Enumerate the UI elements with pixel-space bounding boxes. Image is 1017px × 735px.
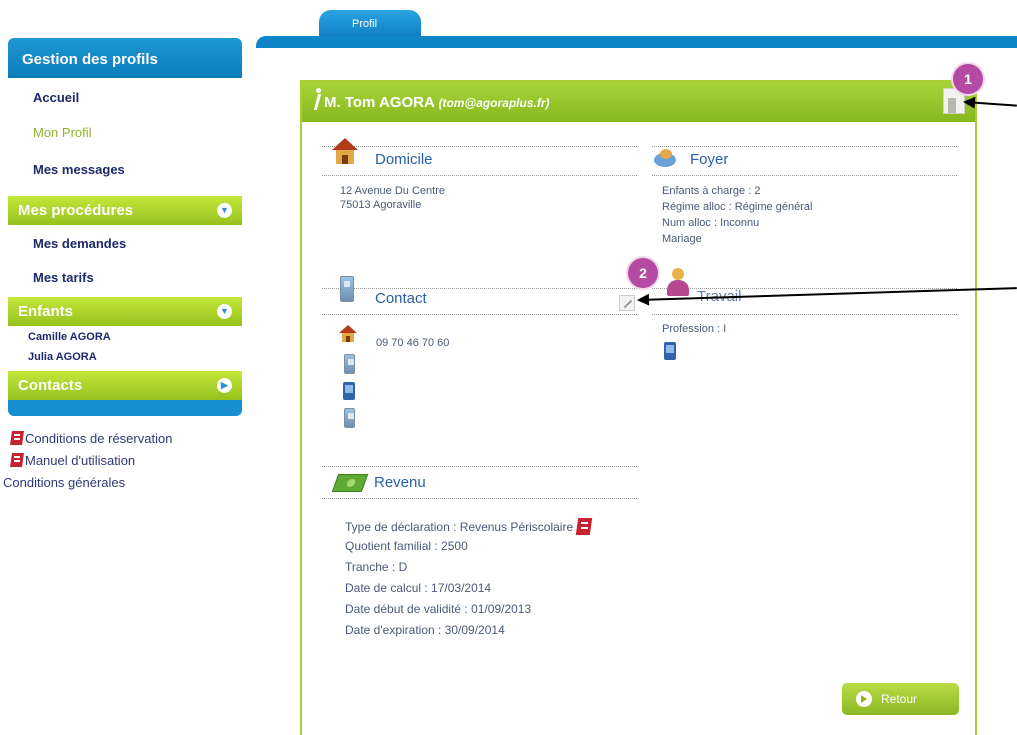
edit-icon[interactable] xyxy=(619,295,635,311)
sidebar-item-mes-tarifs[interactable]: Mes tarifs xyxy=(8,270,94,285)
annotation-badge: 2 xyxy=(628,258,658,288)
tab-profil[interactable]: Profil xyxy=(319,10,421,38)
arrow-right-icon xyxy=(856,691,872,707)
child-link[interactable]: Julia AGORA xyxy=(8,351,97,363)
doc-link-label: Conditions générales xyxy=(3,474,126,490)
family-icon xyxy=(652,148,678,170)
divider xyxy=(652,146,957,147)
foyer-line: Régime alloc : Régime général xyxy=(662,201,813,213)
sidebar-links: Accueil Mon Profil Mes messages xyxy=(8,78,242,196)
domicile-title: Domicile xyxy=(375,151,433,168)
profile-header: M. Tom AGORA (tom@agoraplus.fr) xyxy=(302,82,975,122)
pdf-icon xyxy=(10,452,24,468)
foyer-line: Enfants à charge : 2 xyxy=(662,185,761,197)
document-links: Conditions de réservation Manuel d'utili… xyxy=(3,427,250,493)
sidebar-header: Gestion des profils xyxy=(8,38,242,78)
revenu-line: Quotient familial : 2500 xyxy=(345,539,468,553)
pdf-icon[interactable] xyxy=(575,517,593,536)
retour-button[interactable]: Retour xyxy=(842,683,959,715)
divider xyxy=(322,175,637,176)
chevron-right-icon: ▶ xyxy=(217,378,232,393)
revenu-line: Tranche : D xyxy=(345,560,408,574)
tab-label: Profil xyxy=(352,18,378,30)
profile-name: M. Tom AGORA xyxy=(324,94,435,111)
divider xyxy=(652,175,957,176)
phone-icon xyxy=(340,276,354,302)
annotation-badge: 1 xyxy=(953,64,983,94)
revenu-declaration-type: Type de déclaration : Revenus Périscolai… xyxy=(345,520,574,534)
divider xyxy=(322,466,637,467)
sidebar-item-mes-demandes[interactable]: Mes demandes xyxy=(8,236,126,251)
revenu-line: Date d'expiration : 30/09/2014 xyxy=(345,623,505,637)
child-link[interactable]: Camille AGORA xyxy=(8,331,111,343)
phone-icon xyxy=(344,354,355,374)
retour-label: Retour xyxy=(881,692,918,706)
contact-phone: 09 70 46 70 60 xyxy=(376,337,450,349)
sidebar-section-contacts[interactable]: Contacts ▶ xyxy=(8,371,242,400)
domicile-address-line1: 12 Avenue Du Centre xyxy=(340,185,445,197)
manuel-utilisation-link[interactable]: Manuel d'utilisation xyxy=(10,449,250,471)
revenu-line: Date début de validité : 01/09/2013 xyxy=(345,602,532,616)
procedures-list: Mes demandes Mes tarifs xyxy=(8,225,242,297)
divider xyxy=(322,498,637,499)
worker-icon xyxy=(664,268,692,298)
person-icon xyxy=(310,88,324,112)
top-bar xyxy=(256,36,1017,48)
contact-title: Contact xyxy=(375,290,427,307)
doc-link-label: Conditions de réservation xyxy=(25,430,173,446)
conditions-reservation-link[interactable]: Conditions de réservation xyxy=(10,427,250,449)
office-phone-icon xyxy=(343,382,355,400)
contacts-label: Contacts xyxy=(18,377,83,394)
pdf-icon xyxy=(10,430,24,446)
sidebar-item-mes-messages[interactable]: Mes messages xyxy=(8,162,125,177)
enfants-label: Enfants xyxy=(18,303,74,320)
sidebar: Gestion des profils Accueil Mon Profil M… xyxy=(8,38,242,416)
profile-email: (tom@agoraplus.fr) xyxy=(438,96,550,110)
sidebar-footer xyxy=(8,400,242,416)
divider xyxy=(322,314,637,315)
revenu-title: Revenu xyxy=(374,474,426,491)
sidebar-section-procedures[interactable]: Mes procédures ▼ xyxy=(8,196,242,225)
phone-icon xyxy=(344,408,355,428)
travail-profession: Profession : I xyxy=(662,323,727,335)
revenu-line: Date de calcul : 17/03/2014 xyxy=(345,581,492,595)
house-icon xyxy=(330,138,360,166)
chevron-down-icon: ▼ xyxy=(217,203,232,218)
divider xyxy=(322,146,637,147)
sidebar-item-mon-profil[interactable]: Mon Profil xyxy=(8,125,92,140)
chevron-down-icon: ▼ xyxy=(217,304,232,319)
divider xyxy=(322,288,637,289)
sidebar-item-accueil[interactable]: Accueil xyxy=(8,90,79,105)
procedures-label: Mes procédures xyxy=(18,202,134,219)
building-icon xyxy=(664,342,676,360)
home-phone-icon xyxy=(338,325,358,343)
domicile-address-line2: 75013 Agoraville xyxy=(340,199,422,211)
revenu-line: Type de déclaration : Revenus Périscolai… xyxy=(345,517,593,536)
annotation-arrow xyxy=(964,101,1017,107)
sidebar-section-enfants[interactable]: Enfants ▼ xyxy=(8,297,242,326)
foyer-line: Mariage xyxy=(662,233,702,245)
divider xyxy=(652,314,957,315)
doc-link-label: Manuel d'utilisation xyxy=(25,452,136,468)
enfants-list: Camille AGORA Julia AGORA xyxy=(8,326,242,371)
foyer-title: Foyer xyxy=(690,151,729,168)
conditions-generales-link[interactable]: Conditions générales xyxy=(3,471,250,493)
foyer-line: Num alloc : Inconnu xyxy=(662,217,760,229)
